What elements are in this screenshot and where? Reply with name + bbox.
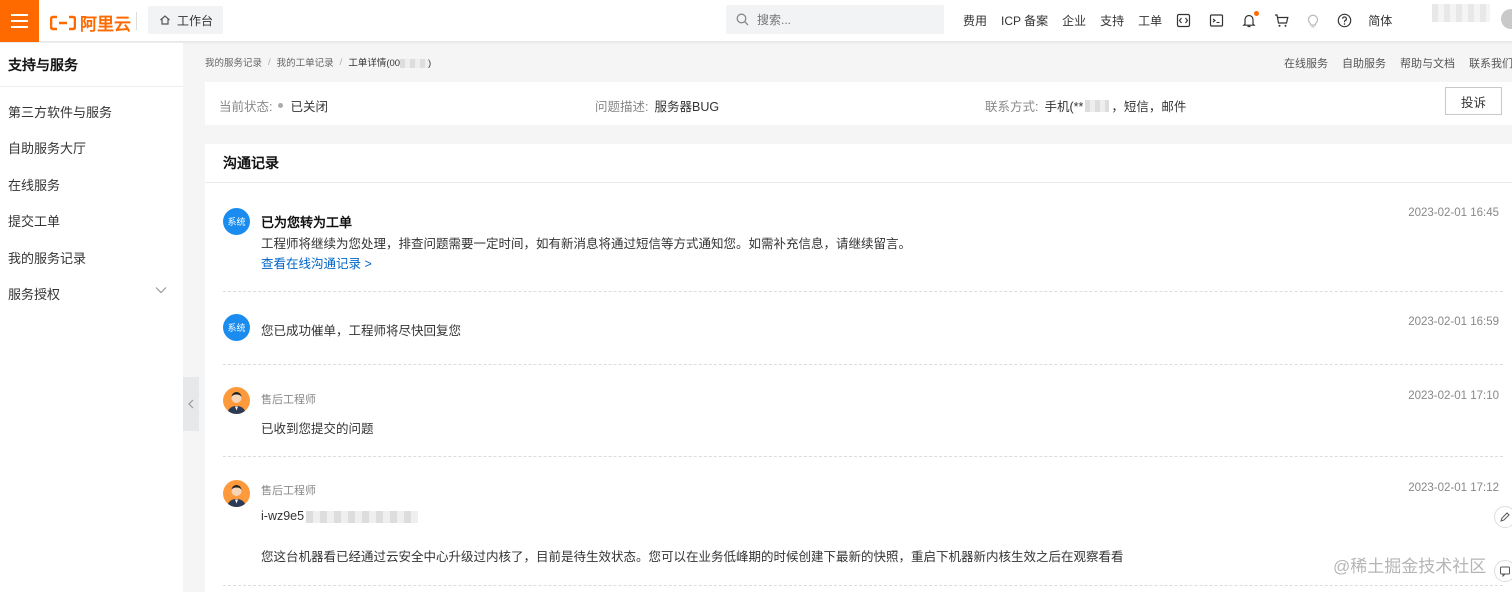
sidebar-item-authorization[interactable]: 服务授权 xyxy=(0,276,183,313)
system-avatar: 系统 xyxy=(223,314,250,341)
sidebar-item-label: 服务授权 xyxy=(8,287,61,303)
communication-card: 沟通记录 系统 已为您转为工单 工程师将继续为您处理，排查问题需要一定时间，如有… xyxy=(205,144,1512,592)
nav-billing[interactable]: 费用 xyxy=(963,12,987,29)
link-online-service[interactable]: 在线服务 xyxy=(1284,55,1328,71)
link-self-service[interactable]: 自助服务 xyxy=(1342,55,1386,71)
chevron-left-icon xyxy=(188,399,194,409)
instance-id-prefix: i-wz9e5 xyxy=(261,509,305,523)
code-icon[interactable] xyxy=(1176,13,1191,28)
description-label: 问题描述: xyxy=(595,100,649,114)
breadcrumb-separator: / xyxy=(268,56,271,68)
sidebar-item-online-service[interactable]: 在线服务 xyxy=(0,166,183,203)
system-avatar: 系统 xyxy=(223,208,250,235)
sidebar-title: 支持与服务 xyxy=(0,43,183,87)
lightbulb-icon[interactable] xyxy=(1307,13,1319,28)
breadcrumb-current: 工单详情(00) xyxy=(348,55,431,69)
record-time: 2023-02-01 16:59 xyxy=(1408,316,1499,328)
instance-id-redacted xyxy=(306,510,419,523)
status-label: 当前状态: xyxy=(219,100,273,114)
contact-prefix: 手机(** xyxy=(1044,100,1084,114)
feedback-float-icon[interactable] xyxy=(1494,560,1512,582)
record-role: 售后工程师 xyxy=(261,485,316,497)
sidebar-item-submit-ticket[interactable]: 提交工单 xyxy=(0,203,183,240)
link-contact-us[interactable]: 联系我们 xyxy=(1469,55,1512,71)
record-text: 已收到您提交的问题 xyxy=(261,422,374,436)
ticket-id-redacted xyxy=(400,58,429,68)
sidebar: 支持与服务 第三方软件与服务 自助服务大厅 在线服务 提交工单 我的服务记录 服… xyxy=(0,43,183,592)
sidebar-collapse-handle[interactable] xyxy=(183,377,199,431)
description-field: 问题描述: 服务器BUG xyxy=(595,96,719,115)
help-icon[interactable] xyxy=(1337,13,1352,28)
breadcrumb-current-label: 工单详情(00 xyxy=(348,58,401,69)
sidebar-item-third-party[interactable]: 第三方软件与服务 xyxy=(0,93,183,130)
breadcrumb-current-suffix: ) xyxy=(428,58,432,69)
instance-id: i-wz9e5 xyxy=(261,509,419,523)
nav-enterprise[interactable]: 企业 xyxy=(1062,12,1086,29)
nav-ticket[interactable]: 工单 xyxy=(1138,12,1162,29)
notification-badge xyxy=(1254,10,1260,16)
terminal-icon[interactable] xyxy=(1209,13,1224,28)
sidebar-item-self-service[interactable]: 自助服务大厅 xyxy=(0,130,183,167)
global-search[interactable] xyxy=(726,5,944,34)
sidebar-item-my-records[interactable]: 我的服务记录 xyxy=(0,239,183,276)
record-time: 2023-02-01 16:45 xyxy=(1408,207,1499,219)
engineer-avatar xyxy=(223,480,250,507)
edit-float-icon[interactable] xyxy=(1494,506,1512,528)
chevron-down-icon xyxy=(155,286,167,293)
logo-text: 阿里云 xyxy=(80,15,131,34)
link-help-docs[interactable]: 帮助与文档 xyxy=(1400,55,1455,71)
record-item: 售后工程师 已收到您提交的问题 2023-02-01 17:10 xyxy=(223,365,1503,457)
complain-button[interactable]: 投诉 xyxy=(1445,87,1502,115)
breadcrumb-my-records[interactable]: 我的服务记录 xyxy=(205,55,262,69)
record-text: 您这台机器看已经通过云安全中心升级过内核了，目前是待生效状态。您可以在业务低峰期… xyxy=(261,550,1124,564)
ticket-status-card: 当前状态: 已关闭 问题描述: 服务器BUG 联系方式: 手机(** ，短信，邮… xyxy=(205,82,1512,125)
record-item: 售后工程师 i-wz9e5 您这台机器看已经通过云安全中心升级过内核了，目前是待… xyxy=(223,457,1503,586)
record-title: 已为您转为工单 xyxy=(261,215,353,230)
contact-field: 联系方式: 手机(** ，短信，邮件 xyxy=(985,96,1186,115)
record-time: 2023-02-01 17:12 xyxy=(1408,482,1499,494)
watermark-text: @稀土掘金技术社区 xyxy=(1333,557,1487,576)
record-item: 系统 您已成功催单，工程师将尽快回复您 2023-02-01 16:59 xyxy=(223,292,1503,365)
top-nav-links: 费用 ICP 备案 企业 支持 工单 简体 xyxy=(963,0,1392,40)
top-navbar: 阿里云 工作台 费用 ICP 备案 企业 支持 工单 xyxy=(0,0,1512,42)
help-links: 在线服务 自助服务 帮助与文档 联系我们 xyxy=(1284,55,1512,71)
record-time: 2023-02-01 17:10 xyxy=(1408,390,1499,402)
record-text: 工程师将继续为您处理，排查问题需要一定时间，如有新消息将通过短信等方式通知您。如… xyxy=(261,237,912,251)
search-input[interactable] xyxy=(757,12,917,27)
aliyun-logo[interactable]: 阿里云 xyxy=(50,10,131,35)
language-switch[interactable]: 简体 xyxy=(1368,12,1392,29)
description-value: 服务器BUG xyxy=(654,100,720,114)
user-account-redacted[interactable] xyxy=(1432,4,1490,22)
workbench-label: 工作台 xyxy=(177,13,214,28)
contact-suffix: ，短信，邮件 xyxy=(1111,100,1187,114)
nav-icp[interactable]: ICP 备案 xyxy=(1001,12,1048,29)
breadcrumb: 我的服务记录 / 我的工单记录 / 工单详情(00) xyxy=(205,55,431,70)
record-item: 系统 已为您转为工单 工程师将继续为您处理，排查问题需要一定时间，如有新消息将通… xyxy=(223,184,1503,292)
cart-icon[interactable] xyxy=(1274,13,1289,28)
engineer-avatar-icon xyxy=(227,392,246,414)
search-icon xyxy=(736,13,749,26)
engineer-avatar-icon xyxy=(227,485,246,507)
bell-icon[interactable] xyxy=(1242,10,1260,28)
communication-title: 沟通记录 xyxy=(205,144,1512,183)
breadcrumb-my-tickets[interactable]: 我的工单记录 xyxy=(277,55,334,69)
status-field: 当前状态: 已关闭 xyxy=(219,96,328,115)
contact-label: 联系方式: xyxy=(985,100,1039,114)
hamburger-menu-icon[interactable] xyxy=(0,0,39,42)
status-dot-icon xyxy=(278,103,284,108)
view-online-record-link[interactable]: 查看在线沟通记录 > xyxy=(261,253,372,272)
workbench-button[interactable]: 工作台 xyxy=(148,6,223,34)
phone-redacted xyxy=(1085,99,1110,112)
engineer-avatar xyxy=(223,387,250,414)
status-value: 已关闭 xyxy=(290,100,328,114)
user-avatar[interactable] xyxy=(1501,9,1512,29)
logo-divider xyxy=(136,12,137,30)
record-text: 您已成功催单，工程师将尽快回复您 xyxy=(261,324,462,338)
home-icon xyxy=(160,15,170,25)
breadcrumb-separator: / xyxy=(339,56,343,68)
aliyun-logo-mark-icon xyxy=(50,15,76,31)
record-role: 售后工程师 xyxy=(261,394,316,406)
nav-support[interactable]: 支持 xyxy=(1100,12,1124,29)
